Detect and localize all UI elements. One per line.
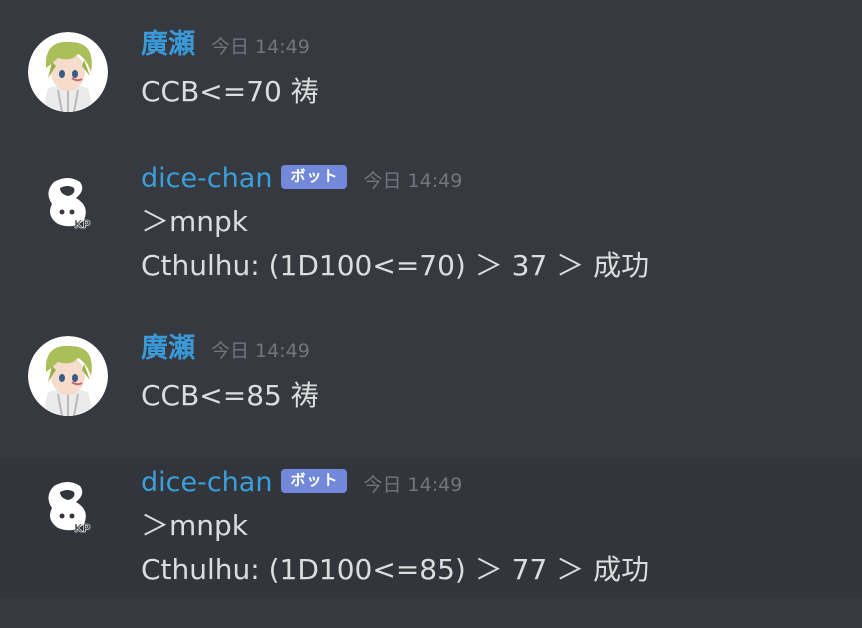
author-name[interactable]: 廣瀬 — [141, 28, 195, 62]
message-text: Cthulhu: (1D100<=70) ＞ 37 ＞ 成功 — [141, 249, 650, 282]
message-timestamp: 今日 14:49 — [211, 340, 310, 362]
dice-chan-logo-icon: KP — [28, 162, 108, 242]
message-group: 廣瀬 今日 14:49 CCB<=85 祷 — [0, 322, 862, 432]
message-text: CCB<=85 祷 — [141, 379, 319, 412]
anime-character-avatar-icon — [28, 336, 108, 416]
message-text: ＞mnpk — [141, 509, 249, 542]
bot-badge: ボット — [281, 165, 348, 189]
author-name[interactable]: dice-chan — [141, 466, 272, 500]
chat-message-list: 廣瀬 今日 14:49 CCB<=70 祷 KP dice-chan ボット 今… — [0, 0, 862, 628]
bot-avatar[interactable]: KP — [28, 466, 108, 546]
message-group: 廣瀬 今日 14:49 CCB<=70 祷 — [0, 18, 862, 128]
svg-text:KP: KP — [74, 522, 91, 535]
message-group: KP dice-chan ボット 今日 14:49 ＞mnpk Cthulhu:… — [0, 148, 862, 298]
message-timestamp: 今日 14:49 — [363, 474, 463, 496]
user-avatar[interactable] — [28, 336, 108, 416]
message-text: ＞mnpk — [141, 205, 249, 238]
dice-chan-logo-icon: KP — [28, 466, 108, 546]
message-text: Cthulhu: (1D100<=85) ＞ 77 ＞ 成功 — [141, 553, 650, 586]
message-text: CCB<=70 祷 — [141, 75, 319, 108]
svg-text:KP: KP — [74, 218, 91, 231]
message-group: KP dice-chan ボット 今日 14:49 ＞mnpk Cthulhu:… — [0, 458, 862, 598]
anime-character-avatar-icon — [28, 32, 108, 112]
message-timestamp: 今日 14:49 — [211, 36, 310, 58]
author-name[interactable]: dice-chan — [141, 162, 272, 196]
user-avatar[interactable] — [28, 32, 108, 112]
author-name[interactable]: 廣瀬 — [141, 332, 195, 366]
bot-badge: ボット — [281, 469, 348, 493]
message-timestamp: 今日 14:49 — [363, 170, 463, 192]
bot-avatar[interactable]: KP — [28, 162, 108, 242]
